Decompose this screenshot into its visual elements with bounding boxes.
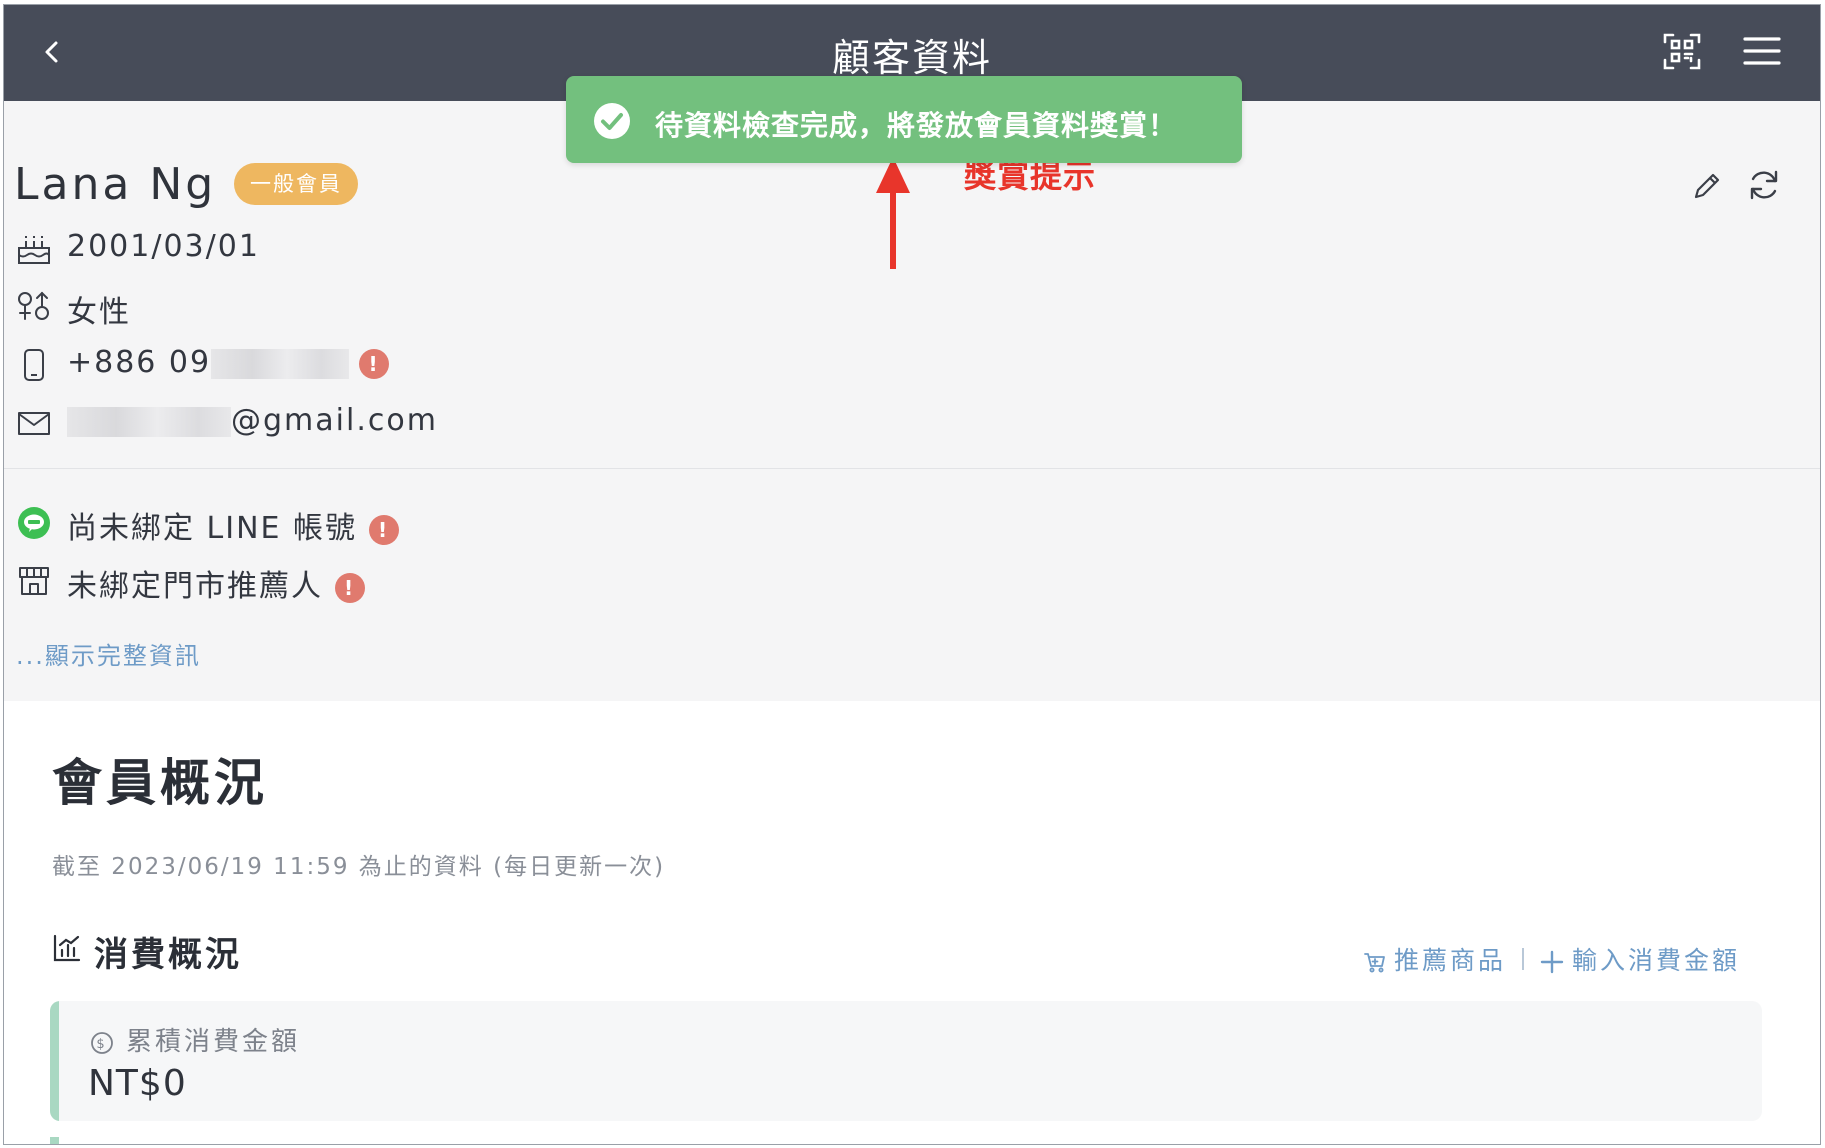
chart-icon (53, 934, 81, 962)
section-divider (4, 468, 1820, 469)
page-title: 顧客資料 (831, 36, 992, 80)
input-amount-label: 輸入消費金額 (1572, 946, 1741, 975)
mobile-phone-icon (24, 349, 44, 381)
spending-title-text: 消費概況 (94, 935, 242, 975)
next-card-accent (50, 1137, 59, 1144)
total-spend-label-text: 累積消費金額 (126, 1027, 301, 1057)
hamburger-menu-icon[interactable] (1742, 33, 1782, 69)
email-redacted (67, 406, 231, 437)
spending-actions: 推薦商品 輸入消費金額 (1364, 941, 1740, 977)
reward-toast: 待資料檢查完成，將發放會員資料獎賞！ (566, 76, 1242, 163)
store-referrer: 未綁定門市推薦人 ! (67, 561, 365, 605)
envelope-icon (18, 412, 50, 435)
total-spend-value: NT$0 (88, 1063, 187, 1104)
action-separator (1522, 948, 1525, 970)
show-full-info-link[interactable]: ...顯示完整資訊 (16, 636, 201, 671)
store-icon (19, 567, 49, 595)
line-status: 尚未綁定 LINE 帳號 ! (67, 503, 399, 547)
line-status-text: 尚未綁定 LINE 帳號 (67, 511, 358, 546)
gender-row: 女性 (4, 285, 404, 330)
phone-warning-icon[interactable]: ! (359, 348, 390, 379)
phone-redacted (211, 348, 350, 379)
gender-value: 女性 (67, 295, 131, 330)
dollar-coin-icon: $ (91, 1031, 113, 1054)
pencil-edit-icon[interactable] (1690, 169, 1724, 203)
annotation-arrow-icon (876, 157, 910, 269)
email-suffix: @gmail.com (231, 403, 438, 438)
app-frame: 顧客資料 待資料檢查完成，將發放會員資料獎賞！ 獎賞提示 Lana Ng 一般會… (3, 4, 1821, 1145)
refresh-icon[interactable] (1746, 167, 1782, 203)
plus-icon (1540, 950, 1564, 974)
line-app-icon (18, 507, 50, 539)
phone-prefix: +886 09 (67, 345, 212, 380)
check-circle-icon (594, 103, 630, 139)
input-amount-button[interactable]: 輸入消費金額 (1540, 941, 1740, 977)
toast-message: 待資料檢查完成，將發放會員資料獎賞！ (655, 109, 1178, 142)
store-warning-icon[interactable]: ! (334, 572, 365, 603)
customer-name: Lana Ng (14, 159, 217, 210)
gender-icon (18, 291, 49, 320)
qr-scan-icon[interactable] (1662, 31, 1702, 71)
overview-title: 會員概況 (52, 754, 268, 812)
birthday-row: 2001/03/01 (4, 227, 404, 271)
overview-updated-note: 截至 2023/06/19 11:59 為止的資料 (每日更新一次) (52, 854, 666, 880)
membership-badge: 一般會員 (234, 163, 358, 205)
line-warning-icon[interactable]: ! (368, 514, 399, 545)
phone-row: +886 09! (4, 343, 504, 387)
total-spend-label: $ 累積消費金額 (90, 1021, 300, 1058)
member-overview: 會員概況 截至 2023/06/19 11:59 為止的資料 (每日更新一次) … (4, 701, 1820, 1144)
birthday-cake-icon (18, 236, 50, 264)
total-spend-card: $ 累積消費金額 NT$0 (50, 1001, 1762, 1121)
recommend-products-label: 推薦商品 (1394, 946, 1507, 975)
phone-value: +886 09! (67, 345, 390, 380)
store-referrer-row: 未綁定門市推薦人 ! (4, 559, 504, 605)
email-value: @gmail.com (67, 403, 438, 438)
card-accent-bar (50, 1001, 59, 1121)
cart-icon (1364, 953, 1385, 973)
svg-text:$: $ (96, 1037, 107, 1052)
birthday-value: 2001/03/01 (67, 229, 260, 264)
email-row: @gmail.com (4, 401, 604, 445)
line-binding-row: 尚未綁定 LINE 帳號 ! (4, 501, 504, 547)
store-referrer-text: 未綁定門市推薦人 (67, 569, 323, 604)
recommend-products-button[interactable]: 推薦商品 (1364, 941, 1506, 977)
